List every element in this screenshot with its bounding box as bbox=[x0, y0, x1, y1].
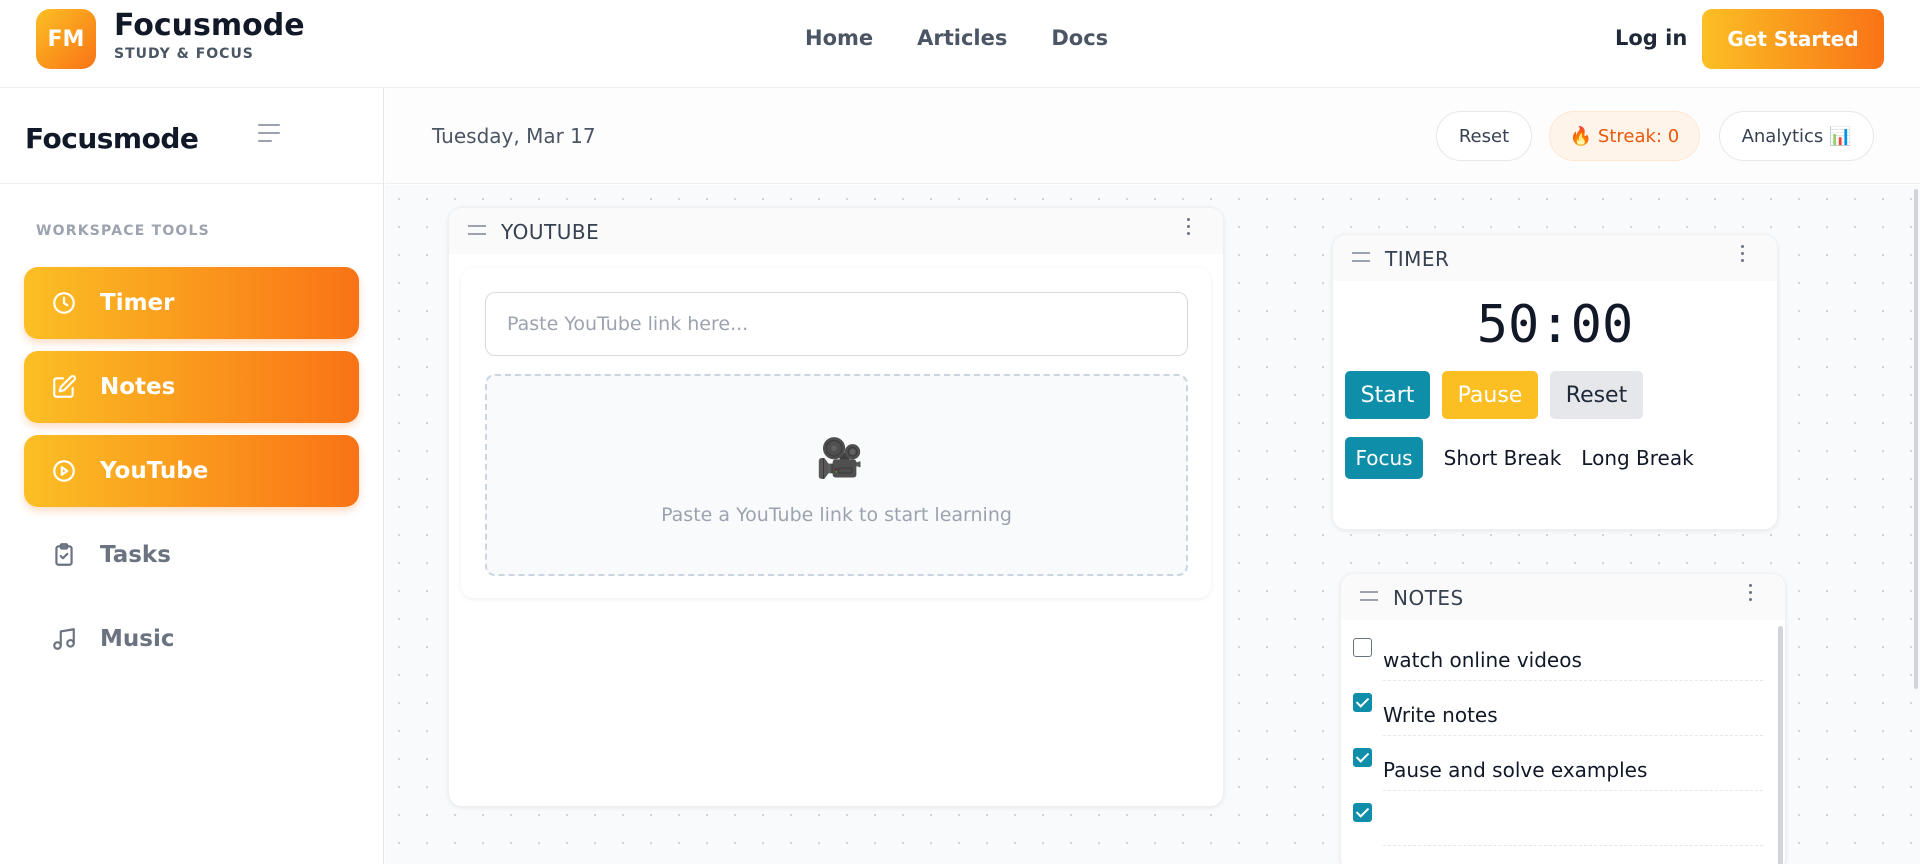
note-item: watch online videos bbox=[1353, 626, 1763, 681]
play-circle-icon bbox=[50, 457, 78, 485]
analytics-button[interactable]: Analytics 📊 bbox=[1719, 111, 1874, 161]
note-checkbox[interactable] bbox=[1353, 693, 1372, 712]
sidebar-item-label: YouTube bbox=[100, 458, 209, 484]
reset-button[interactable]: Reset bbox=[1436, 111, 1532, 161]
drag-handle-icon[interactable] bbox=[468, 225, 486, 241]
note-checkbox[interactable] bbox=[1353, 803, 1372, 822]
sidebar-item-youtube[interactable]: YouTube bbox=[24, 435, 359, 507]
widget-header: NOTES bbox=[1341, 574, 1785, 620]
note-item: Pause and solve examples bbox=[1353, 736, 1763, 791]
login-link[interactable]: Log in bbox=[1615, 26, 1687, 50]
nav-home-link[interactable]: Home bbox=[805, 26, 873, 50]
mode-short-break-tab[interactable]: Short Break bbox=[1440, 437, 1565, 479]
widget-header: TIMER bbox=[1333, 235, 1777, 281]
drag-handle-icon[interactable] bbox=[1360, 591, 1378, 607]
widget-title: TIMER bbox=[1385, 247, 1450, 271]
main-area: Tuesday, Mar 17 Reset 🔥 Streak: 0 Analyt… bbox=[385, 88, 1920, 864]
note-text[interactable] bbox=[1383, 811, 1763, 846]
current-date: Tuesday, Mar 17 bbox=[432, 124, 596, 148]
notes-scrollbar[interactable] bbox=[1778, 626, 1783, 864]
logo-badge[interactable]: FM bbox=[36, 9, 96, 69]
sidebar-header: Focusmode bbox=[0, 88, 383, 184]
youtube-link-input[interactable] bbox=[485, 292, 1188, 356]
timer-widget: TIMER 50:00 Start Pause Reset Focus Shor… bbox=[1332, 234, 1778, 530]
widget-header: YOUTUBE bbox=[449, 208, 1223, 254]
timer-reset-button[interactable]: Reset bbox=[1550, 371, 1643, 419]
note-text[interactable]: watch online videos bbox=[1383, 646, 1763, 681]
clipboard-check-icon bbox=[50, 541, 78, 569]
note-text[interactable]: Write notes bbox=[1383, 701, 1763, 736]
sidebar-item-label: Timer bbox=[100, 290, 175, 316]
sidebar-item-music[interactable]: Music bbox=[24, 603, 359, 675]
widget-title: NOTES bbox=[1393, 586, 1464, 610]
video-camera-icon: 🎥 bbox=[816, 436, 864, 480]
notes-widget: NOTES watch online videos Write notes Pa… bbox=[1340, 573, 1786, 864]
youtube-hint: Paste a YouTube link to start learning bbox=[661, 504, 1012, 526]
sidebar-item-tasks[interactable]: Tasks bbox=[24, 519, 359, 591]
brand-tagline: STUDY & FOCUS bbox=[114, 46, 254, 62]
start-button[interactable]: Start bbox=[1345, 371, 1430, 419]
sidebar: Focusmode WORKSPACE TOOLS Timer Notes Yo… bbox=[0, 88, 384, 864]
note-item: Write notes bbox=[1353, 681, 1763, 736]
clock-icon bbox=[50, 289, 78, 317]
nav-docs-link[interactable]: Docs bbox=[1051, 26, 1108, 50]
sidebar-item-label: Notes bbox=[100, 374, 176, 400]
timer-display: 50:00 bbox=[1476, 295, 1634, 355]
sidebar-item-label: Tasks bbox=[100, 542, 171, 568]
brand-name[interactable]: Focusmode bbox=[114, 8, 305, 43]
note-text[interactable]: Pause and solve examples bbox=[1383, 756, 1763, 791]
youtube-drop-zone: 🎥 Paste a YouTube link to start learning bbox=[485, 374, 1188, 576]
more-options-icon[interactable] bbox=[1749, 584, 1755, 605]
widget-title: YOUTUBE bbox=[501, 220, 600, 244]
youtube-widget: YOUTUBE 🎥 Paste a YouTube link to start … bbox=[448, 207, 1224, 807]
sidebar-item-notes[interactable]: Notes bbox=[24, 351, 359, 423]
mode-focus-tab[interactable]: Focus bbox=[1345, 437, 1423, 479]
nav-links: Home Articles Docs bbox=[805, 26, 1152, 50]
workspace-canvas: YOUTUBE 🎥 Paste a YouTube link to start … bbox=[385, 185, 1920, 864]
edit-icon bbox=[50, 373, 78, 401]
top-navbar: FM Focusmode STUDY & FOCUS Home Articles… bbox=[0, 0, 1920, 88]
more-options-icon[interactable] bbox=[1187, 218, 1193, 239]
get-started-button[interactable]: Get Started bbox=[1702, 9, 1884, 69]
youtube-panel: 🎥 Paste a YouTube link to start learning bbox=[461, 268, 1211, 598]
sidebar-section-label: WORKSPACE TOOLS bbox=[36, 223, 210, 239]
mode-long-break-tab[interactable]: Long Break bbox=[1575, 437, 1700, 479]
sidebar-item-label: Music bbox=[100, 626, 175, 652]
more-options-icon[interactable] bbox=[1741, 245, 1747, 266]
canvas-scrollbar[interactable] bbox=[1914, 189, 1918, 689]
sidebar-item-timer[interactable]: Timer bbox=[24, 267, 359, 339]
drag-handle-icon[interactable] bbox=[1352, 252, 1370, 268]
sidebar-title: Focusmode bbox=[25, 122, 199, 155]
streak-badge[interactable]: 🔥 Streak: 0 bbox=[1549, 111, 1700, 161]
nav-articles-link[interactable]: Articles bbox=[917, 26, 1007, 50]
note-checkbox[interactable] bbox=[1353, 638, 1372, 657]
note-item bbox=[1353, 791, 1763, 846]
note-checkbox[interactable] bbox=[1353, 748, 1372, 767]
sidebar-toggle-icon[interactable] bbox=[258, 124, 286, 148]
pause-button[interactable]: Pause bbox=[1442, 371, 1538, 419]
music-note-icon bbox=[50, 625, 78, 653]
workspace-header: Tuesday, Mar 17 Reset 🔥 Streak: 0 Analyt… bbox=[385, 88, 1920, 184]
